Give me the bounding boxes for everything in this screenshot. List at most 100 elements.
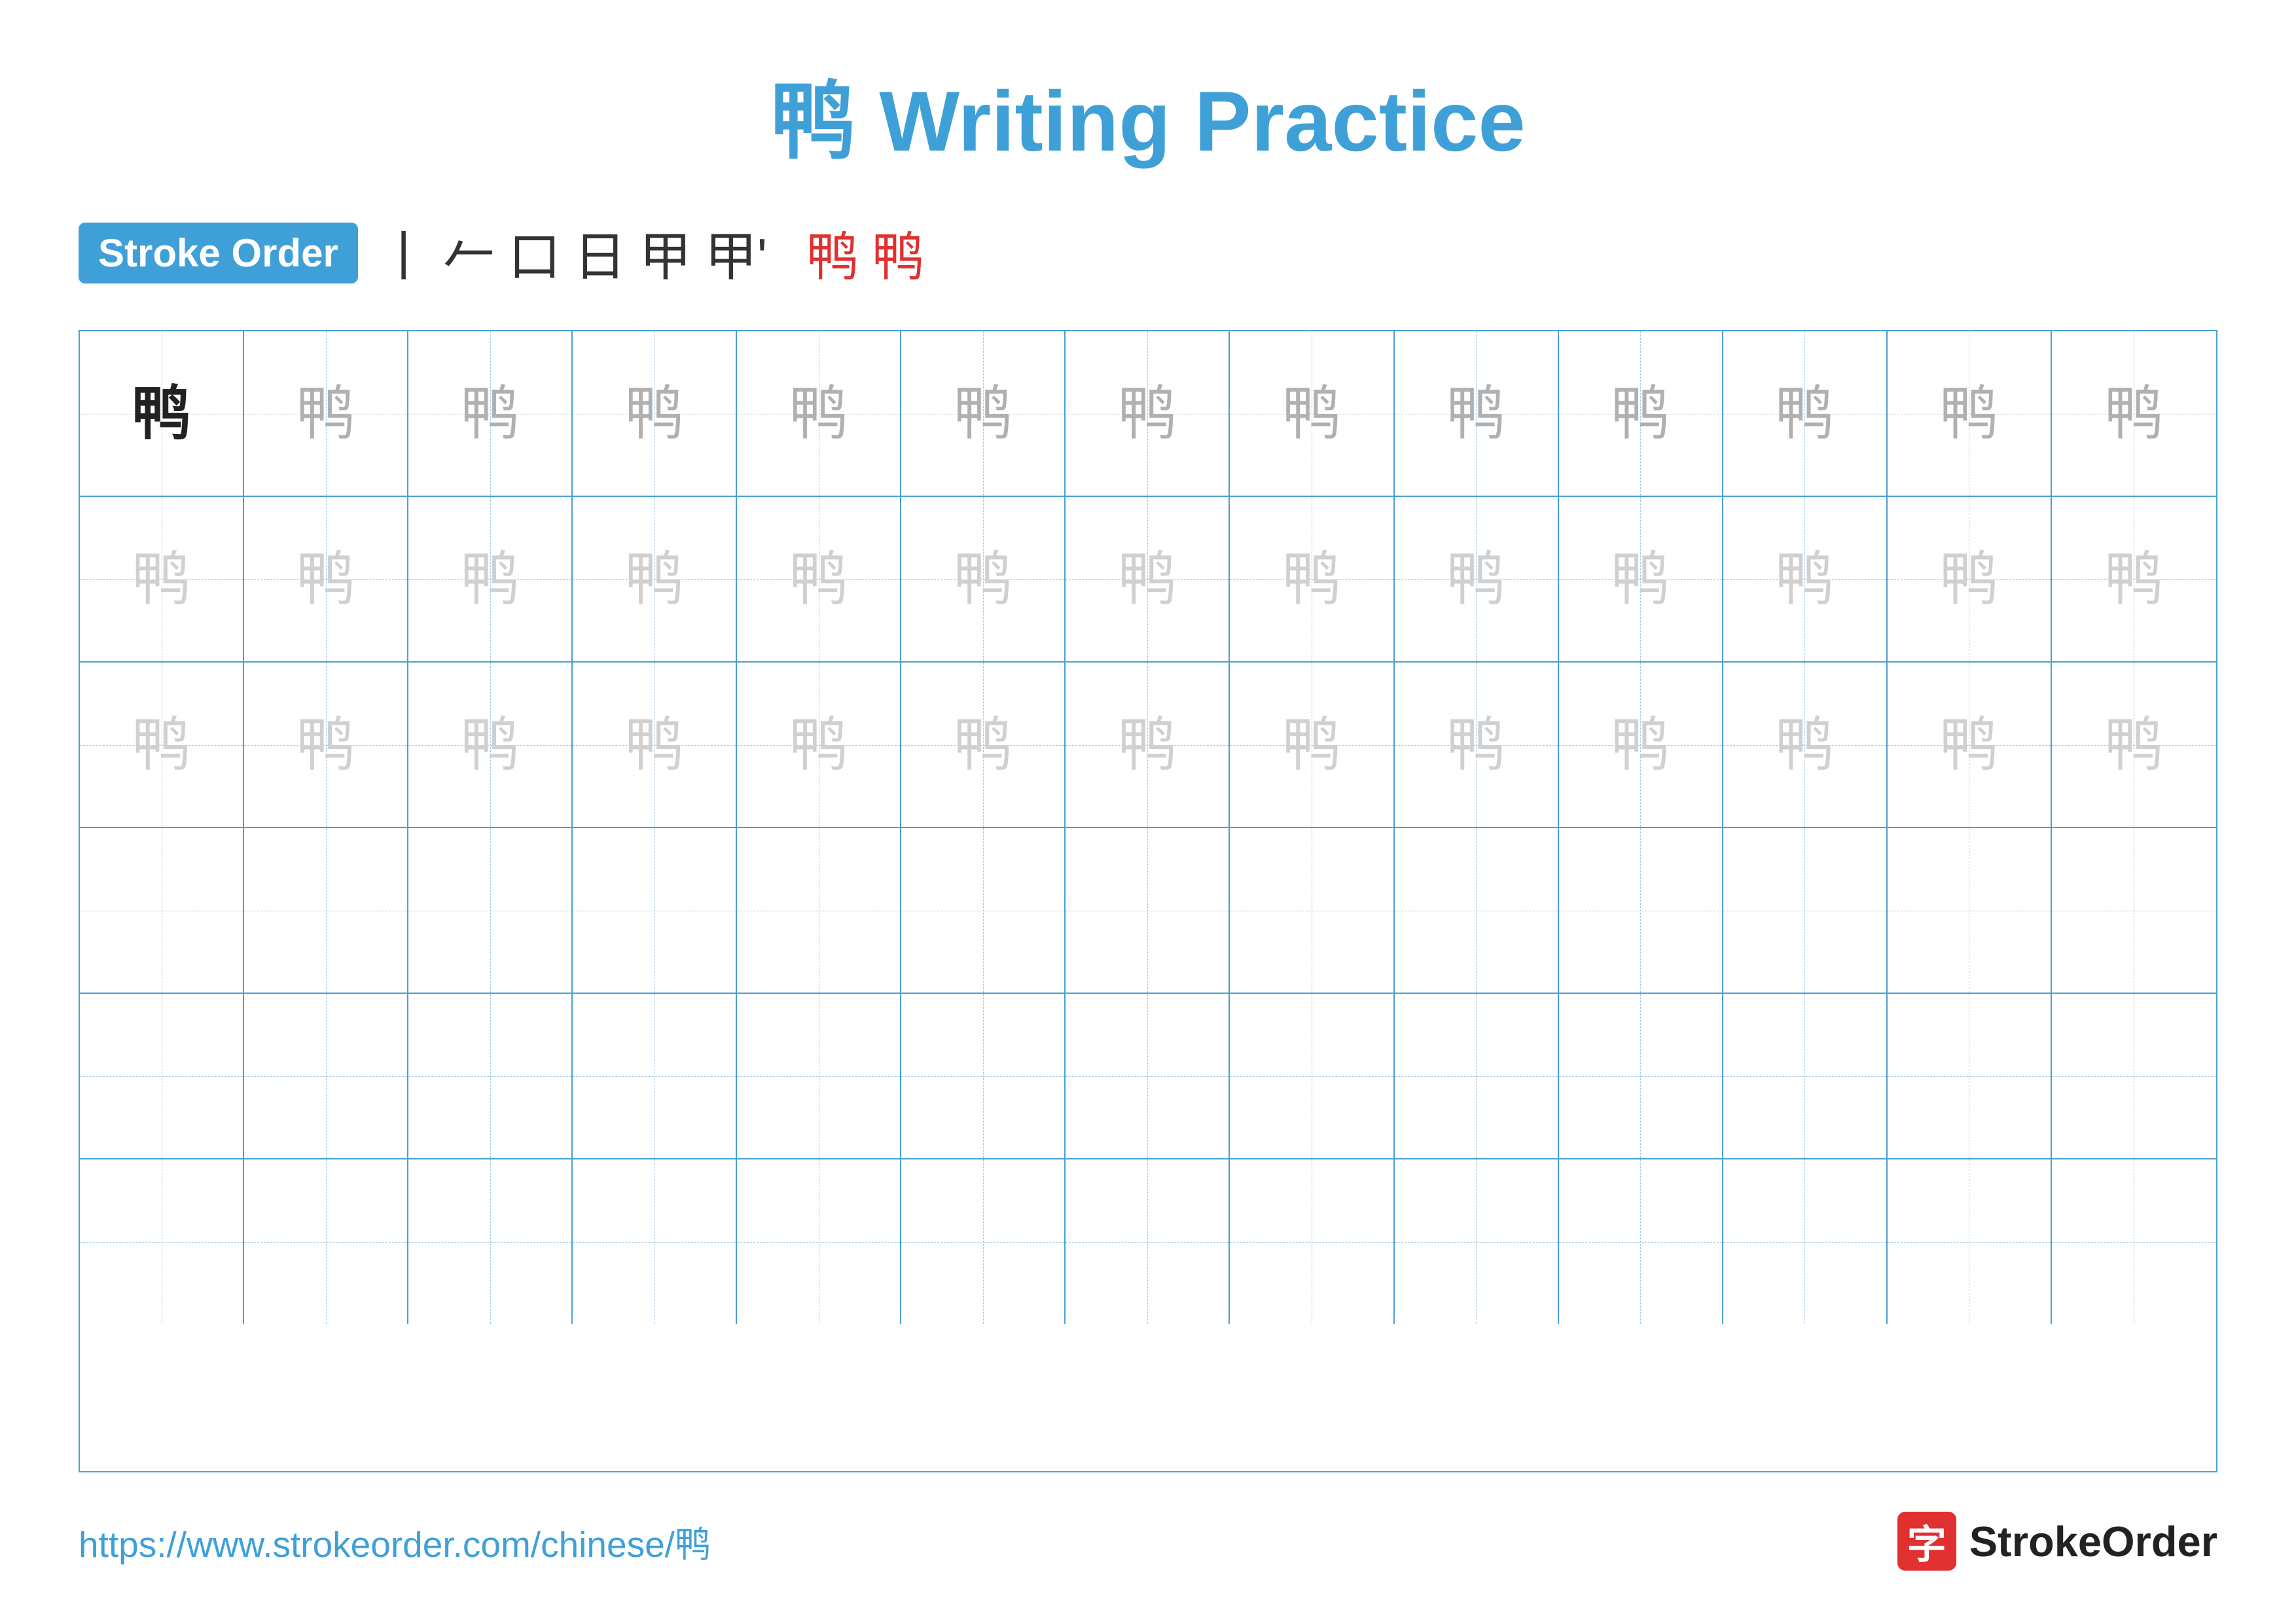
grid-cell: 鸭 <box>901 331 1066 496</box>
grid-cell: 鸭 <box>1723 497 1888 661</box>
grid-cell: 鸭 <box>244 497 408 661</box>
grid-cell: 鸭 <box>901 663 1066 827</box>
char-display: 鸭 <box>296 550 355 609</box>
grid-cell: 鸭 <box>737 497 901 661</box>
stroke-9: 鸭 <box>806 215 859 291</box>
stroke-order-badge: Stroke Order <box>79 223 358 283</box>
char-display: 鸭 <box>1939 716 1998 775</box>
grid-cell <box>244 994 408 1158</box>
grid-cell <box>1723 994 1888 1158</box>
grid-cell <box>1723 1159 1888 1324</box>
grid-cell: 鸭 <box>573 497 737 661</box>
grid-cell <box>2052 828 2216 993</box>
grid-cell: 鸭 <box>408 331 573 496</box>
grid-cell <box>1395 828 1559 993</box>
grid-cell <box>408 828 573 993</box>
grid-cell: 鸭 <box>1723 331 1888 496</box>
stroke-1: 丨 <box>378 215 430 291</box>
grid-cell <box>573 828 737 993</box>
grid-cell <box>1723 828 1888 993</box>
char-display: 鸭 <box>1611 716 1670 775</box>
char-display: 鸭 <box>789 716 848 775</box>
stroke-5: 甲 <box>639 215 692 291</box>
char-display: 鸭 <box>1118 384 1177 443</box>
grid-cell: 鸭 <box>573 663 737 827</box>
stroke-3: 口 <box>509 215 561 291</box>
footer-url[interactable]: https://www.strokeorder.com/chinese/鸭 <box>79 1515 711 1567</box>
char-display: 鸭 <box>461 384 520 443</box>
practice-grid: 鸭 鸭 鸭 鸭 鸭 鸭 鸭 鸭 鸭 鸭 鸭 鸭 鸭 鸭 鸭 鸭 鸭 鸭 鸭 鸭 … <box>79 330 2217 1472</box>
grid-cell: 鸭 <box>244 331 408 496</box>
char-display: 鸭 <box>1446 550 1505 609</box>
char-display: 鸭 <box>1282 716 1341 775</box>
grid-cell: 鸭 <box>737 663 901 827</box>
footer-logo: 字 StrokeOrder <box>1897 1512 2217 1571</box>
grid-cell <box>244 1159 408 1324</box>
grid-cell: 鸭 <box>1230 331 1394 496</box>
char-display: 鸭 <box>1118 550 1177 609</box>
grid-cell <box>737 994 901 1158</box>
stroke-6: 甲' <box>705 215 767 291</box>
grid-cell: 鸭 <box>80 663 244 827</box>
grid-cell <box>737 828 901 993</box>
grid-cell: 鸭 <box>408 497 573 661</box>
char-display: 鸭 <box>954 716 1013 775</box>
char-display: 鸭 <box>1282 384 1341 443</box>
grid-cell: 鸭 <box>1395 331 1559 496</box>
grid-row-1: 鸭 鸭 鸭 鸭 鸭 鸭 鸭 鸭 鸭 鸭 鸭 鸭 鸭 <box>80 331 2216 497</box>
grid-cell: 鸭 <box>573 331 737 496</box>
grid-row-2: 鸭 鸭 鸭 鸭 鸭 鸭 鸭 鸭 鸭 鸭 鸭 鸭 鸭 <box>80 497 2216 663</box>
page: 鸭 Writing Practice Stroke Order 丨 𠂉 口 日 … <box>0 0 2296 1623</box>
grid-cell <box>1888 994 2052 1158</box>
grid-cell <box>573 994 737 1158</box>
char-display: 鸭 <box>954 550 1013 609</box>
char-display: 鸭 <box>2104 716 2163 775</box>
char-display: 鸭 <box>132 384 191 443</box>
grid-cell <box>1230 828 1394 993</box>
grid-cell: 鸭 <box>1395 663 1559 827</box>
char-display: 鸭 <box>132 550 191 609</box>
grid-cell: 鸭 <box>1559 331 1723 496</box>
char-display: 鸭 <box>1939 384 1998 443</box>
grid-cell <box>1230 1159 1394 1324</box>
grid-cell <box>1066 828 1230 993</box>
char-display: 鸭 <box>296 384 355 443</box>
grid-cell <box>1559 994 1723 1158</box>
grid-cell <box>244 828 408 993</box>
grid-cell <box>1066 1159 1230 1324</box>
char-display: 鸭 <box>461 716 520 775</box>
grid-cell <box>1395 1159 1559 1324</box>
grid-cell <box>1888 1159 2052 1324</box>
char-display: 鸭 <box>1775 716 1834 775</box>
grid-cell <box>573 1159 737 1324</box>
grid-cell: 鸭 <box>901 497 1066 661</box>
char-display: 鸭 <box>461 550 520 609</box>
grid-cell: 鸭 <box>1066 663 1230 827</box>
grid-cell: 鸭 <box>1888 497 2052 661</box>
grid-cell <box>901 1159 1066 1324</box>
grid-cell: 鸭 <box>244 663 408 827</box>
grid-cell <box>901 994 1066 1158</box>
grid-cell: 鸭 <box>80 331 244 496</box>
stroke-sequence: 丨 𠂉 口 日 甲 甲' 𤰔 𪁚 鸭 鸭 <box>378 215 924 291</box>
grid-cell: 鸭 <box>1066 497 1230 661</box>
grid-cell: 鸭 <box>80 497 244 661</box>
char-display: 鸭 <box>1775 550 1834 609</box>
grid-cell <box>80 1159 244 1324</box>
char-display: 鸭 <box>132 716 191 775</box>
footer: https://www.strokeorder.com/chinese/鸭 字 … <box>79 1512 2217 1571</box>
page-title: 鸭 Writing Practice <box>79 52 2217 175</box>
char-display: 鸭 <box>1939 550 1998 609</box>
logo-icon: 字 <box>1897 1512 1956 1571</box>
grid-cell <box>1066 994 1230 1158</box>
char-display: 鸭 <box>789 384 848 443</box>
grid-cell <box>408 1159 573 1324</box>
grid-cell <box>737 1159 901 1324</box>
grid-cell: 鸭 <box>737 331 901 496</box>
grid-cell: 鸭 <box>408 663 573 827</box>
char-display: 鸭 <box>789 550 848 609</box>
grid-cell: 鸭 <box>1559 663 1723 827</box>
grid-cell: 鸭 <box>1066 331 1230 496</box>
char-display: 鸭 <box>1611 384 1670 443</box>
grid-cell: 鸭 <box>2052 663 2216 827</box>
